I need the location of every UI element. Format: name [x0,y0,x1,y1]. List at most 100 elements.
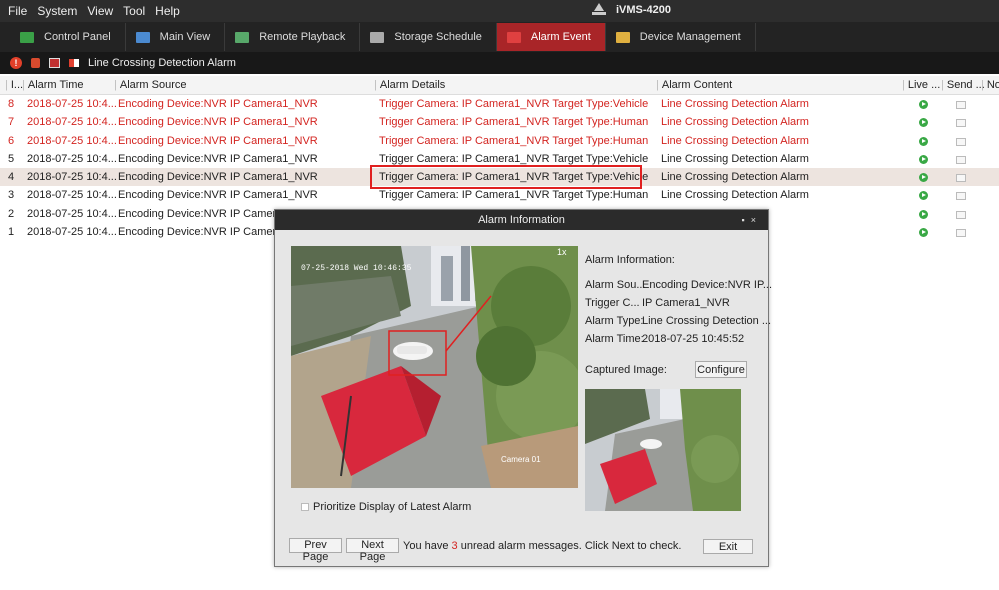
send-email-icon[interactable] [956,137,966,146]
col-index[interactable]: I... [5,79,23,91]
info-alarm-source: Alarm Sou... Encoding Device:NVR IP... [585,279,772,291]
send-email-icon[interactable] [956,101,966,109]
live-view-play-icon[interactable] [919,100,928,109]
cell-time: 2018-07-25 10:4... [27,134,117,147]
send-email-icon[interactable] [956,174,966,183]
control-panel-icon [20,31,34,43]
module-tab-bar: Control Panel Main View Remote Playback Sto… [0,22,999,52]
cell-source: Encoding Device:NVR IP Camera1_NVR [118,171,318,184]
close-icon[interactable]: × [751,215,762,225]
cell-time: 2018-07-25 10:4... [27,207,117,220]
live-view-play-icon[interactable] [919,209,928,219]
camera-scene-image: 07-25-2018 Wed 10:46:35 1x Camera 01 [291,246,578,488]
tab-control-panel[interactable]: Control Panel [10,23,126,51]
minimize-icon[interactable]: ▪ [742,215,751,225]
alarm-table-header: I... Alarm Time Alarm Source Alarm Detai… [0,76,999,95]
alarm-video-preview[interactable]: 07-25-2018 Wed 10:46:35 1x Camera 01 [291,246,578,488]
info-label: Alarm Type: [585,315,644,327]
live-view-play-icon[interactable] [919,118,928,128]
live-view-play-icon[interactable] [919,136,928,146]
remote-playback-icon [235,31,250,43]
prioritize-checkbox[interactable] [301,503,309,511]
captured-image-thumbnail[interactable] [585,389,741,511]
tab-label: Storage Schedule [394,31,482,43]
menu-view[interactable]: View [82,0,118,22]
exit-button[interactable]: Exit [703,539,753,554]
dialog-title-bar: Alarm Information ▪× [275,210,768,230]
cell-index: 6 [8,134,15,147]
alarm-sound-icon[interactable] [31,58,40,68]
col-live[interactable]: Live ... [902,79,940,91]
info-value: Line Crossing Detection ... [642,315,772,327]
cell-index: 5 [8,152,15,165]
msg-prefix: You have [403,540,452,552]
send-email-icon[interactable] [956,155,966,164]
alarm-warning-icon[interactable]: ! [10,57,22,69]
line-crossing-icon [69,59,79,67]
col-send[interactable]: Send ... [941,79,985,91]
cell-time: 2018-07-25 10:4... [27,171,117,184]
menu-tool[interactable]: Tool [118,0,150,22]
menu-help[interactable]: Help [150,0,185,22]
info-value: 2018-07-25 10:45:52 [642,333,745,345]
alarm-image-icon[interactable] [49,58,60,68]
info-label: Trigger C... [585,297,640,309]
col-alarm-source[interactable]: Alarm Source [114,79,187,91]
prioritize-label: Prioritize Display of Latest Alarm [313,501,472,513]
cell-content: Line Crossing Detection Alarm [661,134,809,147]
app-logo-icon [592,3,606,16]
cell-details: Trigger Camera: IP Camera1_NVR Target Ty… [379,152,649,165]
col-alarm-content[interactable]: Alarm Content [656,79,732,91]
cell-index: 2 [8,207,15,220]
table-row[interactable]: 7 2018-07-25 10:4... Encoding Device:NVR I… [0,113,999,131]
menu-file[interactable]: File [0,0,32,22]
send-email-icon[interactable] [956,119,966,128]
tab-storage-schedule[interactable]: Storage Schedule [360,23,497,51]
msg-suffix: unread alarm messages. Click Next to che… [457,540,682,552]
info-label: Alarm Time: [585,333,644,345]
cell-content: Line Crossing Detection Alarm [661,152,809,165]
cell-time: 2018-07-25 10:4... [27,152,117,165]
video-timestamp: 07-25-2018 Wed 10:46:35 [301,264,412,273]
tab-remote-playback[interactable]: Remote Playback [225,23,361,51]
menu-system[interactable]: System [32,0,82,22]
tab-label: Main View [159,31,211,43]
table-row[interactable]: 6 2018-07-25 10:4... Encoding Device:NVR I… [0,132,999,150]
alarm-information-dialog: Alarm Information ▪× 07-25-2018 Wed 10:4… [274,209,772,567]
table-row[interactable]: 8 2018-07-25 10:4... Encoding Device:NVR I… [0,95,999,113]
alarm-toolbar: ! Line Crossing Detection Alarm [0,52,999,74]
cell-time: 2018-07-25 10:4... [27,98,117,110]
tab-label: Control Panel [44,31,111,43]
cell-content: Line Crossing Detection Alarm [661,171,809,184]
video-zoom-label: 1x [557,247,567,257]
live-view-play-icon[interactable] [919,173,928,183]
alarm-type-label: Line Crossing Detection Alarm [88,57,236,69]
cell-content: Line Crossing Detection Alarm [661,98,809,110]
live-view-play-icon[interactable] [919,228,928,238]
tab-device-management[interactable]: Device Management [606,23,756,51]
highlight-box [370,165,642,189]
cell-source: Encoding Device:NVR IP Camera1_NVR [118,116,318,129]
col-alarm-details[interactable]: Alarm Details [374,79,445,91]
send-email-icon[interactable] [956,192,966,201]
table-row[interactable]: 3 2018-07-25 10:4... Encoding Device:NVR I… [0,186,999,204]
send-email-icon[interactable] [956,210,966,219]
cell-index: 3 [8,189,15,202]
prev-page-button[interactable]: Prev Page [289,538,342,563]
dialog-window-buttons: ▪× [742,210,762,230]
info-label: Alarm Sou... [585,279,646,291]
cell-index: 8 [8,98,15,110]
live-view-play-icon[interactable] [919,154,928,164]
cell-content: Line Crossing Detection Alarm [661,116,809,129]
send-email-icon[interactable] [956,229,966,238]
live-view-play-icon[interactable] [919,191,928,201]
col-alarm-time[interactable]: Alarm Time [22,79,84,91]
tab-alarm-event[interactable]: Alarm Event [496,23,606,51]
storage-schedule-icon [370,31,385,43]
menu-bar: File System View Tool Help [0,0,999,22]
col-note[interactable]: No [981,79,999,91]
cell-index: 7 [8,116,15,129]
next-page-button[interactable]: Next Page [346,538,399,563]
tab-main-view[interactable]: Main View [126,23,226,51]
configure-button[interactable]: Configure [695,361,747,378]
